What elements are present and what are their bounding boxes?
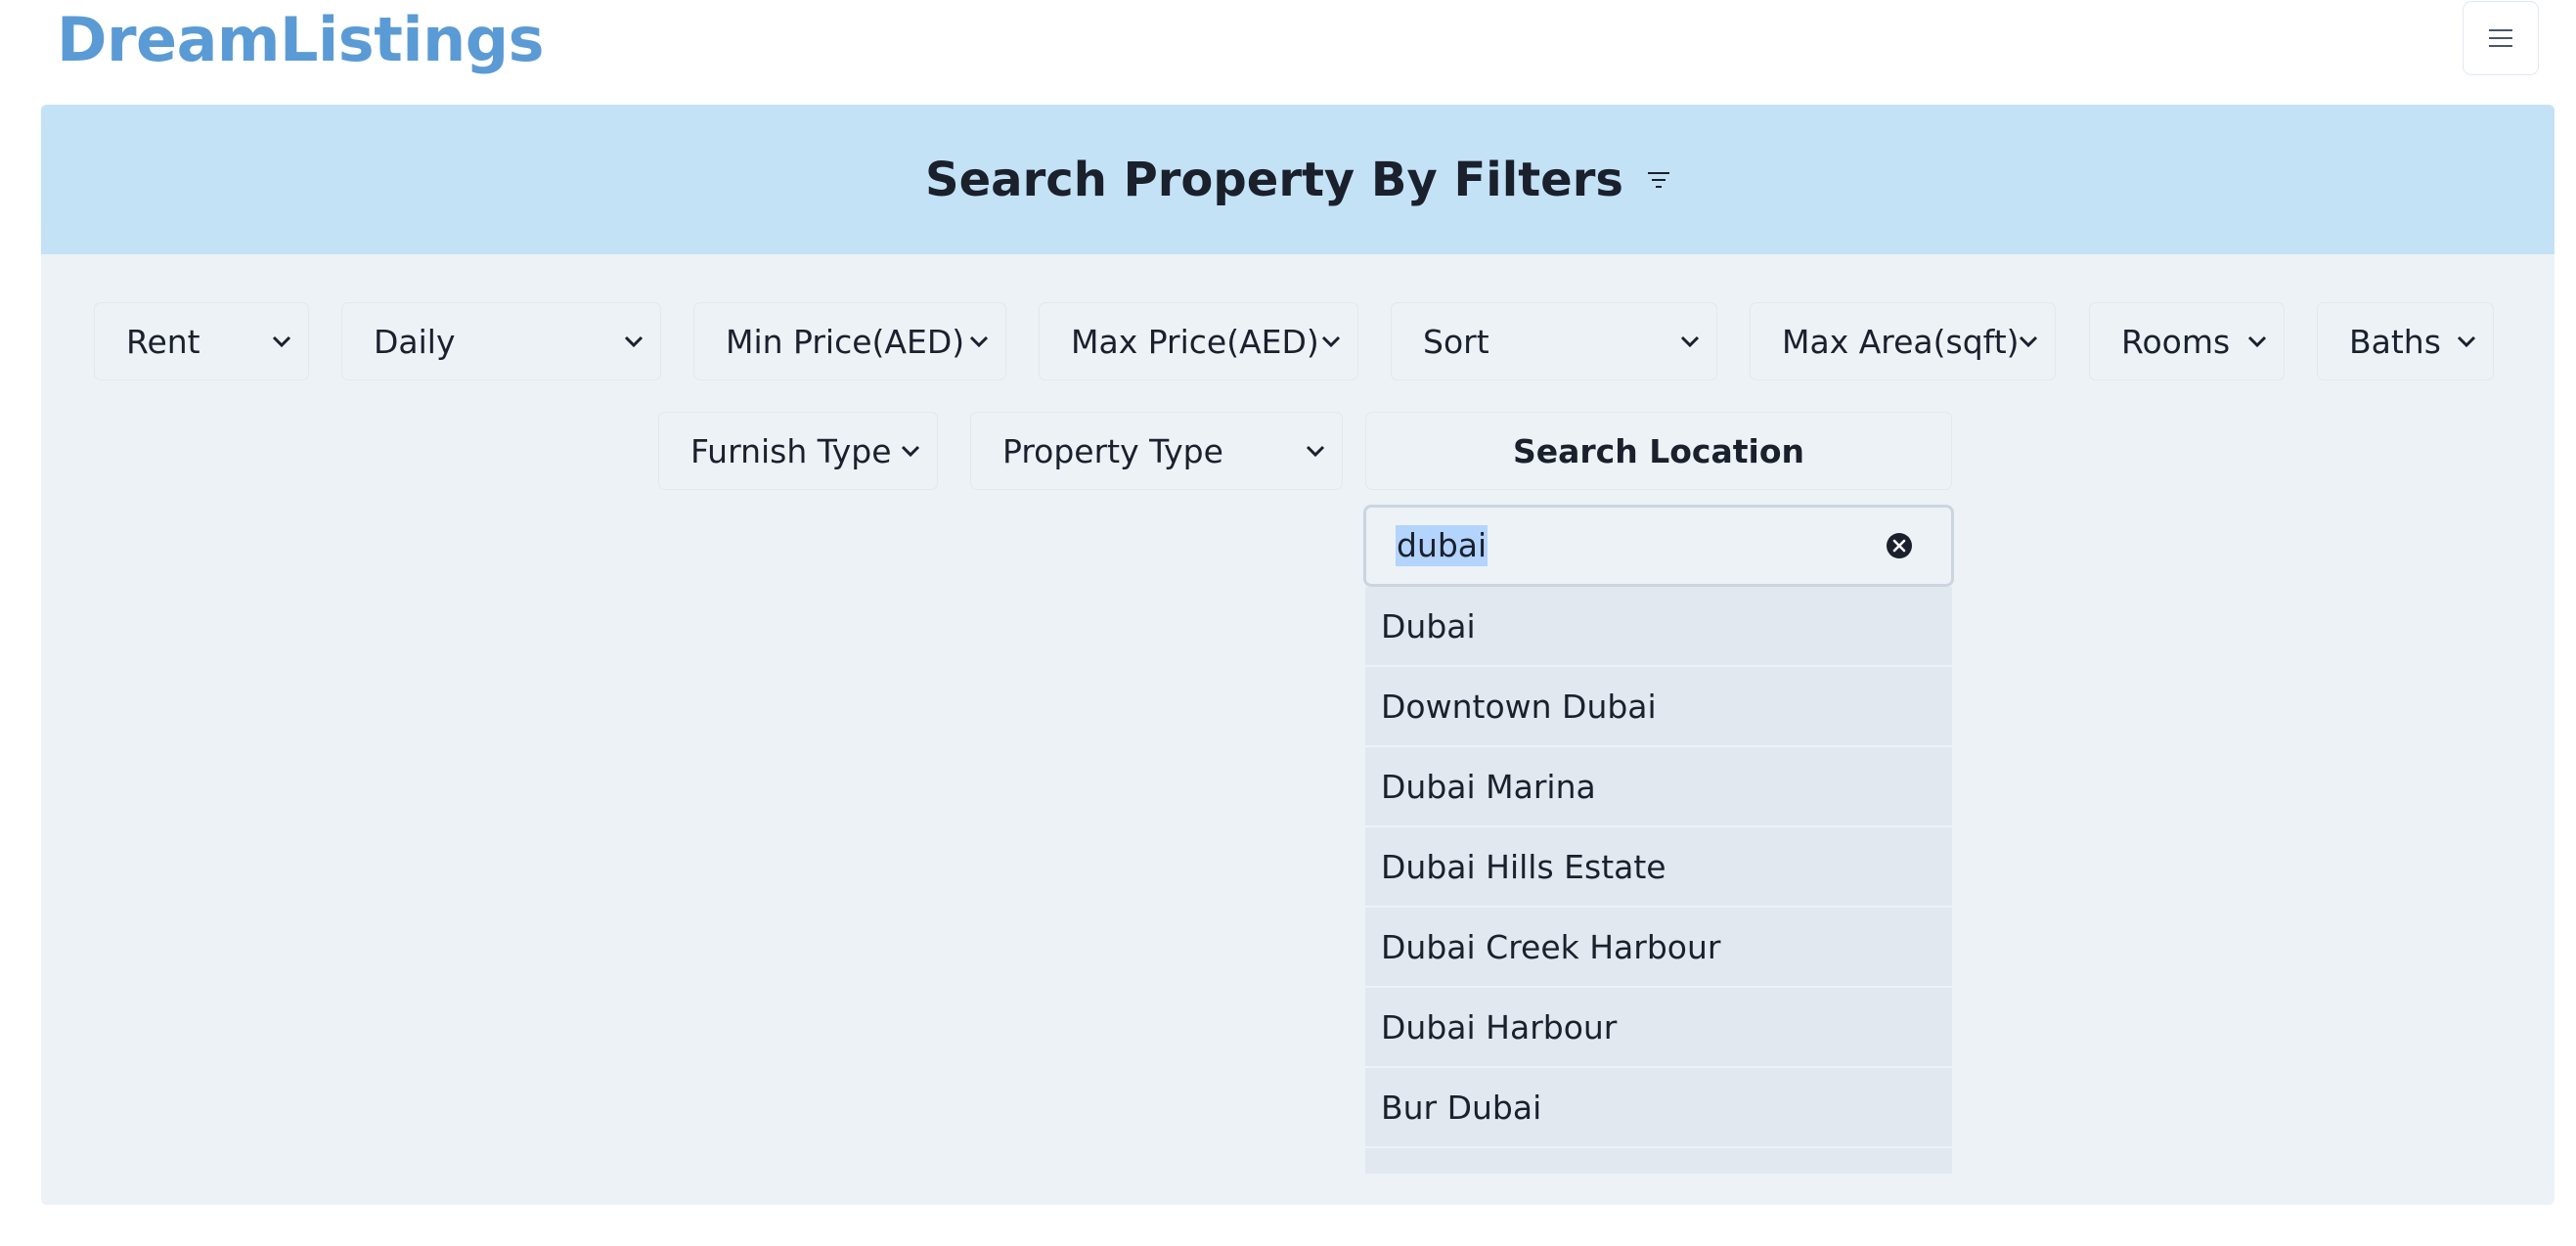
page: DreamListings Search Property By Filters… <box>0 0 2576 1246</box>
location-search-input[interactable]: dubai <box>1396 525 1488 566</box>
location-search-field[interactable]: dubai <box>1363 505 1954 587</box>
select-label: Furnish Type <box>690 431 892 470</box>
chevron-down-icon <box>901 445 920 458</box>
filter-panel-header: Search Property By Filters <box>41 105 2554 254</box>
location-results-list[interactable]: Dubai Downtown Dubai Dubai Marina Dubai … <box>1365 587 1952 1174</box>
min-price-select[interactable]: Min Price(AED) <box>693 302 1006 380</box>
select-label: Baths <box>2349 322 2441 361</box>
location-option[interactable]: Dubai Harbour <box>1365 988 1952 1068</box>
baths-select[interactable]: Baths <box>2317 302 2494 380</box>
select-label: Max Price(AED) <box>1071 322 1319 361</box>
chevron-down-icon <box>2019 335 2038 348</box>
chevron-down-icon <box>1306 445 1325 458</box>
select-label: Max Area(sqft) <box>1782 322 2020 361</box>
max-price-select[interactable]: Max Price(AED) <box>1039 302 1358 380</box>
chevron-down-icon <box>1321 335 1341 348</box>
select-label: Min Price(AED) <box>726 322 965 361</box>
brand-logo[interactable]: DreamListings <box>57 4 545 75</box>
location-option[interactable]: Dubai Hills Estate <box>1365 827 1952 908</box>
rooms-select[interactable]: Rooms <box>2089 302 2285 380</box>
location-option[interactable] <box>1365 1148 1952 1174</box>
chevron-down-icon <box>2247 335 2267 348</box>
location-option[interactable]: Dubai Creek Harbour <box>1365 908 1952 988</box>
chevron-down-icon <box>624 335 644 348</box>
select-label: Property Type <box>1002 431 1223 470</box>
clear-circle-icon[interactable] <box>1885 531 1914 560</box>
location-option[interactable]: Downtown Dubai <box>1365 667 1952 747</box>
chevron-down-icon <box>1680 335 1700 348</box>
select-label: Rooms <box>2121 322 2231 361</box>
hamburger-menu-icon <box>2489 29 2512 47</box>
sort-select[interactable]: Sort <box>1391 302 1717 380</box>
select-label: Rent <box>126 322 200 361</box>
location-option[interactable]: Dubai <box>1365 587 1952 667</box>
listing-type-select[interactable]: Rent <box>94 302 309 380</box>
select-label: Sort <box>1423 322 1489 361</box>
location-option[interactable]: Dubai Marina <box>1365 747 1952 827</box>
chevron-down-icon <box>969 335 989 348</box>
filter-icon <box>1647 171 1669 188</box>
furnish-type-select[interactable]: Furnish Type <box>658 412 938 490</box>
max-area-select[interactable]: Max Area(sqft) <box>1750 302 2056 380</box>
search-location-button[interactable]: Search Location <box>1365 412 1952 490</box>
property-type-select[interactable]: Property Type <box>970 412 1343 490</box>
location-option[interactable]: Bur Dubai <box>1365 1068 1952 1148</box>
rent-period-select[interactable]: Daily <box>341 302 661 380</box>
filter-panel: Search Property By Filters <box>41 105 2554 1205</box>
chevron-down-icon <box>2457 335 2476 348</box>
menu-button[interactable] <box>2463 1 2539 75</box>
select-label: Daily <box>374 322 456 361</box>
panel-title: Search Property By Filters <box>925 152 1623 207</box>
chevron-down-icon <box>272 335 291 348</box>
